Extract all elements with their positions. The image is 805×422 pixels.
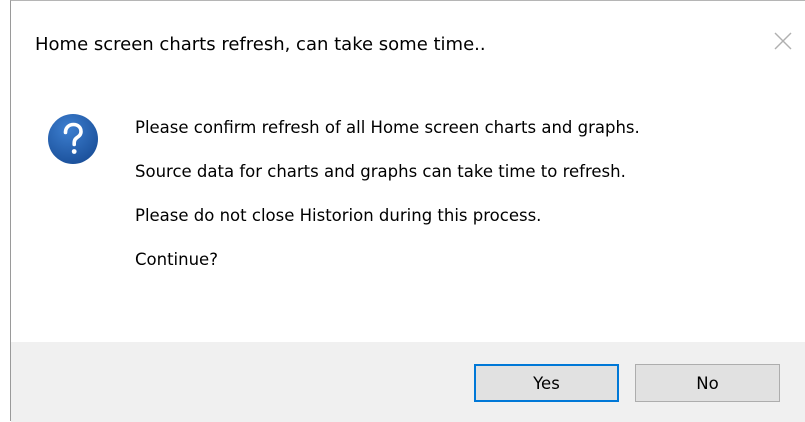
title-bar: Home screen charts refresh, can take som…	[11, 1, 805, 87]
no-button[interactable]: No	[635, 364, 780, 402]
close-button[interactable]	[769, 27, 797, 55]
question-icon	[48, 114, 98, 164]
message-line: Continue?	[135, 250, 218, 269]
message-line: Source data for charts and graphs can ta…	[135, 162, 626, 181]
yes-button[interactable]: Yes	[474, 364, 619, 402]
message-box-dialog: Home screen charts refresh, can take som…	[10, 0, 805, 422]
dialog-title: Home screen charts refresh, can take som…	[35, 34, 486, 55]
dialog-content: Please confirm refresh of all Home scree…	[11, 87, 805, 342]
message-line: Please do not close Historion during thi…	[135, 206, 542, 225]
message-line: Please confirm refresh of all Home scree…	[135, 118, 640, 137]
button-bar: Yes No	[11, 342, 805, 422]
message-text: Please confirm refresh of all Home scree…	[135, 117, 640, 293]
close-icon	[774, 32, 792, 50]
